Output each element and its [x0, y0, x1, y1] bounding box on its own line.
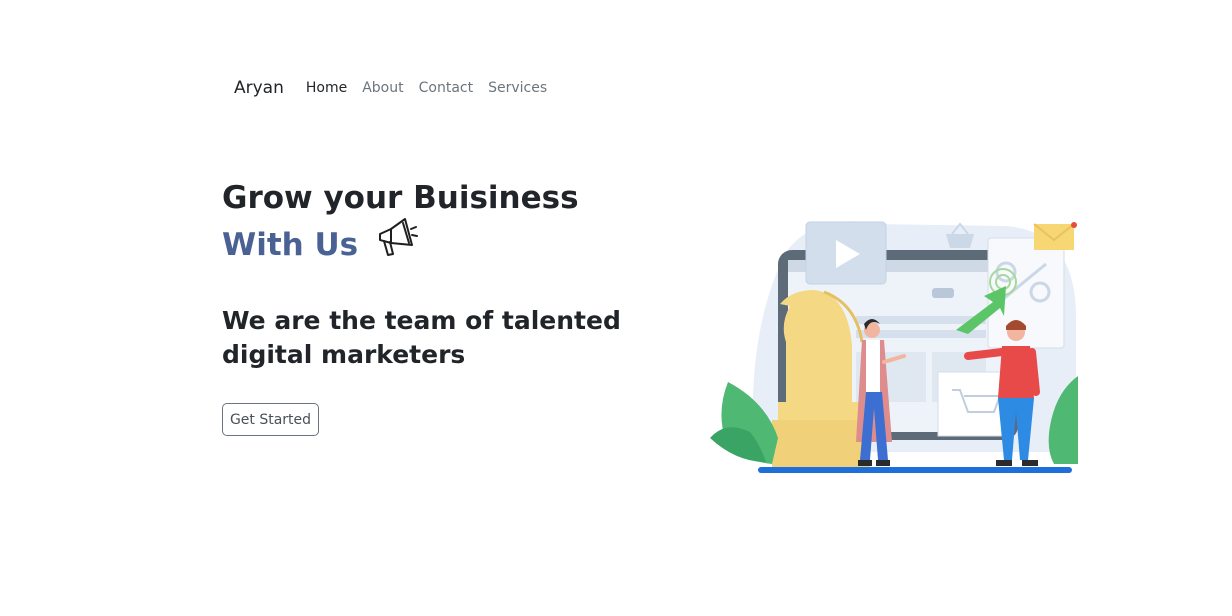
brand-logo[interactable]: Aryan	[234, 78, 284, 98]
nav-link-contact[interactable]: Contact	[419, 80, 473, 96]
get-started-button[interactable]: Get Started	[222, 403, 319, 436]
hero-headline: Grow your Buisiness With Us	[222, 178, 662, 274]
headline-line-1: Grow your Buisiness	[222, 180, 579, 216]
headline-line-2: With Us	[222, 227, 359, 263]
nav-link-about[interactable]: About	[362, 80, 403, 96]
marketing-illustration	[706, 212, 1080, 478]
nav-link-services[interactable]: Services	[488, 80, 547, 96]
navbar: Aryan Home About Contact Services	[234, 76, 562, 100]
nav-link-home[interactable]: Home	[306, 80, 347, 96]
megaphone-icon	[375, 215, 419, 270]
hero-section: Grow your Buisiness With Us We are the t…	[222, 178, 662, 372]
hero-subheadline: We are the team of talented digital mark…	[222, 306, 621, 369]
